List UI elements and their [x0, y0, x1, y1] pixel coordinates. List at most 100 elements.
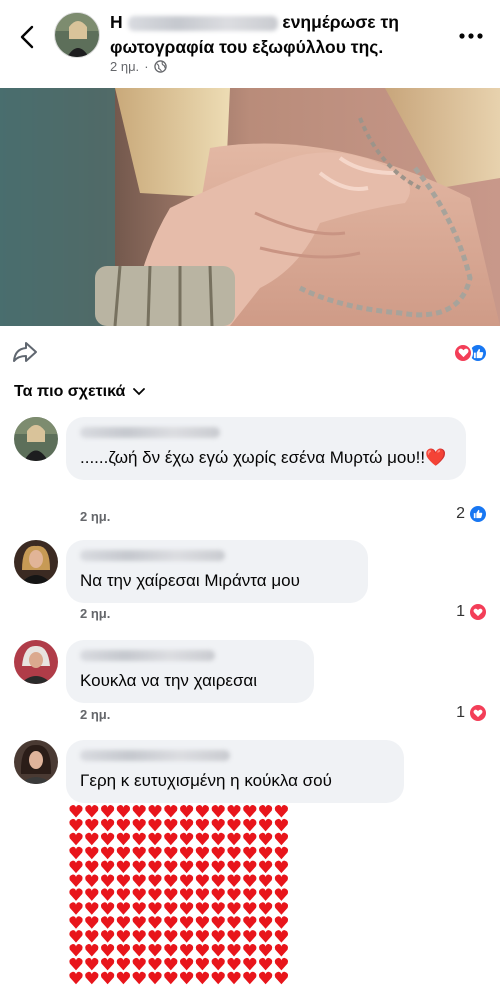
heart-glyph — [100, 860, 115, 874]
comment-time[interactable]: 2 ημ. — [80, 509, 110, 524]
heart-glyph — [227, 930, 241, 943]
back-button[interactable] — [14, 22, 40, 52]
heart-glyph — [164, 916, 178, 929]
heart-glyph — [243, 902, 257, 915]
heart-glyph — [227, 860, 241, 874]
comment-reaction-count[interactable]: 2 — [456, 504, 488, 524]
heart-glyph — [116, 971, 131, 985]
heart-glyph — [227, 944, 241, 957]
comment-time[interactable]: 2 ημ. — [80, 606, 110, 621]
comment-bubble[interactable]: Γερη κ ευτυχισμένη η κούκλα σού — [66, 740, 404, 803]
heart-glyph — [164, 930, 178, 943]
heart-glyph — [100, 971, 115, 985]
heart-glyph — [69, 957, 83, 971]
heart-glyph — [132, 916, 146, 929]
comment-sort-selector[interactable]: Τα πιο σχετικά — [14, 383, 146, 401]
heart-glyph — [274, 957, 289, 971]
heart-glyph — [85, 832, 99, 846]
heart-glyph — [227, 874, 241, 887]
chevron-down-icon — [133, 388, 146, 396]
heart-glyph — [274, 846, 289, 860]
heart-glyph — [179, 805, 194, 818]
heart-glyph — [116, 902, 131, 915]
heart-glyph — [195, 957, 210, 971]
blurred-commenter-name[interactable] — [80, 650, 215, 661]
like-reaction-icon — [468, 504, 488, 524]
heart-glyph — [148, 846, 162, 860]
love-reaction-icon — [453, 343, 473, 363]
heart-glyph — [274, 832, 289, 846]
commenter-avatar[interactable] — [14, 417, 58, 461]
heart-glyph — [195, 971, 210, 985]
heart-glyph — [179, 832, 194, 846]
blurred-commenter-name[interactable] — [80, 427, 220, 438]
heart-glyph — [164, 805, 178, 818]
reaction-summary[interactable] — [453, 343, 488, 363]
comment-time[interactable]: 2 ημ. — [80, 707, 110, 722]
heart-glyph — [148, 971, 162, 985]
heart-glyph — [100, 944, 115, 957]
heart-sticker-image[interactable] — [68, 804, 290, 985]
heart-glyph — [227, 916, 241, 929]
reaction-count: 1 — [456, 704, 465, 721]
heart-glyph — [69, 888, 83, 901]
heart-glyph — [116, 832, 131, 846]
heart-glyph — [148, 860, 162, 874]
heart-glyph — [116, 805, 131, 818]
blurred-commenter-name[interactable] — [80, 550, 225, 561]
heart-glyph — [69, 944, 83, 957]
comment-bubble[interactable]: Κουκλα να την χαιρεσαι — [66, 640, 314, 703]
heart-glyph — [69, 874, 83, 887]
heart-glyph — [274, 818, 289, 832]
comment-reaction-count[interactable]: 1 — [456, 602, 488, 622]
heart-glyph — [243, 860, 257, 874]
post-time[interactable]: 2 ημ. — [110, 59, 139, 74]
share-button[interactable] — [12, 340, 38, 364]
commenter-avatar[interactable] — [14, 740, 58, 784]
heart-glyph — [211, 916, 225, 929]
commenter-avatar[interactable] — [14, 640, 58, 684]
heart-glyph — [211, 860, 225, 874]
heart-glyph — [243, 818, 257, 832]
post-header: Η ενημέρωσε τη φωτογραφία του εξωφύλλου … — [0, 0, 500, 88]
heart-glyph — [211, 930, 225, 943]
title-prefix: Η — [110, 12, 123, 32]
heart-glyph — [100, 874, 115, 887]
heart-glyph — [211, 957, 225, 971]
author-avatar[interactable] — [54, 12, 100, 58]
more-options-button[interactable] — [456, 26, 486, 46]
heart-glyph — [258, 916, 273, 929]
heart-glyph — [195, 944, 210, 957]
heart-glyph — [258, 957, 273, 971]
comment-bubble[interactable]: Να την χαίρεσαι Μιράντα μου — [66, 540, 368, 603]
comment-text: Κουκλα να την χαιρεσαι — [80, 671, 258, 690]
heart-glyph — [148, 930, 162, 943]
reaction-count: 2 — [456, 505, 465, 522]
heart-glyph — [85, 846, 99, 860]
heart-glyph — [211, 971, 225, 985]
heart-glyph — [164, 902, 178, 915]
heart-glyph — [148, 916, 162, 929]
heart-glyph — [179, 888, 194, 901]
heart-glyph — [179, 916, 194, 929]
heart-glyph — [85, 916, 99, 929]
heart-glyph — [243, 930, 257, 943]
comment-bubble[interactable]: ......ζωή δν έχω εγώ χωρίς εσένα Μυρτώ μ… — [66, 417, 466, 480]
comment-reaction-count[interactable]: 1 — [456, 703, 488, 723]
heart-glyph — [258, 846, 273, 860]
blurred-commenter-name[interactable] — [80, 750, 230, 761]
heart-glyph — [243, 805, 257, 818]
heart-glyph — [195, 832, 210, 846]
heart-glyph — [85, 971, 99, 985]
heart-glyph — [274, 944, 289, 957]
heart-glyph — [148, 944, 162, 957]
sort-label: Τα πιο σχετικά — [14, 383, 126, 400]
heart-glyph — [243, 846, 257, 860]
commenter-avatar[interactable] — [14, 540, 58, 584]
heart-glyph — [179, 957, 194, 971]
cover-photo[interactable] — [0, 88, 500, 326]
heart-glyph — [69, 832, 83, 846]
heart-glyph — [243, 916, 257, 929]
heart-glyph — [258, 805, 273, 818]
blurred-author-name[interactable] — [127, 15, 278, 31]
